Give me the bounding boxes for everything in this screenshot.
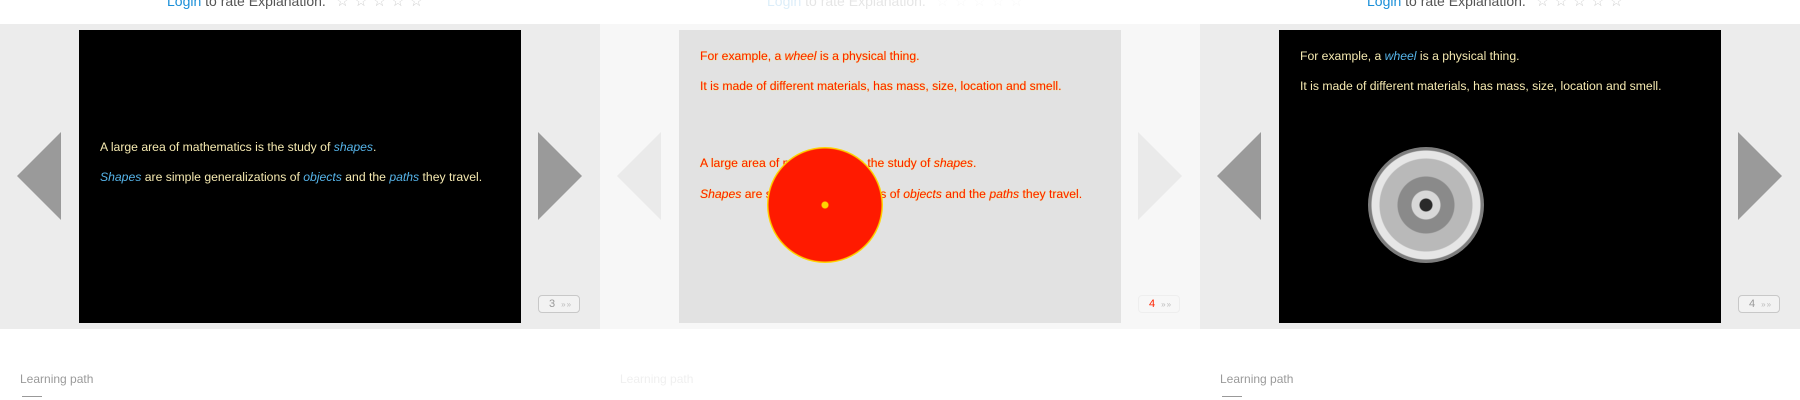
prev-slide-arrow-icon[interactable] xyxy=(1217,132,1261,220)
slide-content: For example, a wheel is a physical thing… xyxy=(1279,30,1721,323)
learning-path-label: Learning path xyxy=(620,372,694,386)
next-slide-arrow-icon[interactable] xyxy=(1738,132,1782,220)
more-icon: »» xyxy=(1761,300,1773,309)
slide-viewer-panel-3: Login to rate Explanation. ☆☆☆☆☆ For exam… xyxy=(1200,0,1800,400)
wheel-image-icon xyxy=(1368,147,1484,263)
star-rating-icon[interactable]: ☆☆☆☆☆ xyxy=(936,0,1028,10)
login-link[interactable]: Login xyxy=(167,0,201,9)
login-link[interactable]: Login xyxy=(1367,0,1401,9)
rating-row: Login to rate Explanation. ☆☆☆☆☆ xyxy=(167,0,428,10)
slide-text-line-2: Shapes are simple generalizations of obj… xyxy=(700,187,1083,201)
wheel-image-icon xyxy=(767,147,883,263)
slide-viewer-panel-1: Login to rate Explanation. ☆☆☆☆☆ A large … xyxy=(0,0,600,400)
link-wheel[interactable]: wheel xyxy=(1385,49,1417,63)
rate-text: to rate Explanation. xyxy=(1401,0,1526,9)
rating-row: Login to rate Explanation. ☆☆☆☆☆ xyxy=(767,0,1028,10)
link-shapes[interactable]: Shapes xyxy=(100,170,141,184)
link-shapes[interactable]: shapes xyxy=(934,156,973,170)
learning-path-icon[interactable] xyxy=(22,396,42,400)
more-icon: »» xyxy=(561,300,573,309)
learning-path-label: Learning path xyxy=(1220,372,1294,386)
prev-slide-arrow-icon[interactable] xyxy=(17,132,61,220)
link-objects[interactable]: objects xyxy=(903,187,942,201)
slide-text-example: For example, a wheel is a physical thing… xyxy=(700,49,920,63)
slide-text-line-2: Shapes are simple generalizations of obj… xyxy=(100,170,483,184)
page-number: 4 xyxy=(1149,298,1156,310)
learning-path-label: Learning path xyxy=(20,372,94,386)
login-link[interactable]: Login xyxy=(767,0,801,9)
slide-text-example: For example, a wheel is a physical thing… xyxy=(1300,49,1520,63)
page-number: 4 xyxy=(1749,298,1756,310)
next-slide-arrow-icon[interactable] xyxy=(538,132,582,220)
slide-counter[interactable]: 4 »» xyxy=(1738,295,1780,313)
next-slide-arrow-icon[interactable] xyxy=(1138,132,1182,220)
slide-content: A large area of mathematics is the study… xyxy=(79,30,521,323)
learning-path-icon[interactable] xyxy=(1222,396,1242,400)
slide-text-line-1: A large area of mathematics is the study… xyxy=(100,140,377,154)
rating-row: Login to rate Explanation. ☆☆☆☆☆ xyxy=(1367,0,1628,10)
rate-text: to rate Explanation. xyxy=(201,0,326,9)
link-objects[interactable]: objects xyxy=(303,170,342,184)
slide-counter[interactable]: 4 »» xyxy=(1138,295,1180,313)
star-rating-icon[interactable]: ☆☆☆☆☆ xyxy=(1536,0,1628,10)
more-icon: »» xyxy=(1161,300,1173,309)
link-shapes[interactable]: shapes xyxy=(334,140,373,154)
star-rating-icon[interactable]: ☆☆☆☆☆ xyxy=(336,0,428,10)
slide-text-made: It is made of different materials, has m… xyxy=(700,79,1062,93)
slide-viewer-panel-2: Login to rate Explanation. ☆☆☆☆☆ For exam… xyxy=(600,0,1200,400)
rate-text: to rate Explanation. xyxy=(801,0,926,9)
link-shapes[interactable]: Shapes xyxy=(700,187,741,201)
slide-content: For example, a wheel is a physical thing… xyxy=(679,30,1121,323)
link-wheel[interactable]: wheel xyxy=(785,49,817,63)
link-paths[interactable]: paths xyxy=(989,187,1019,201)
page-number: 3 xyxy=(549,298,556,310)
slide-text-made: It is made of different materials, has m… xyxy=(1300,79,1662,93)
link-paths[interactable]: paths xyxy=(389,170,419,184)
prev-slide-arrow-icon[interactable] xyxy=(617,132,661,220)
slide-counter[interactable]: 3 »» xyxy=(538,295,580,313)
